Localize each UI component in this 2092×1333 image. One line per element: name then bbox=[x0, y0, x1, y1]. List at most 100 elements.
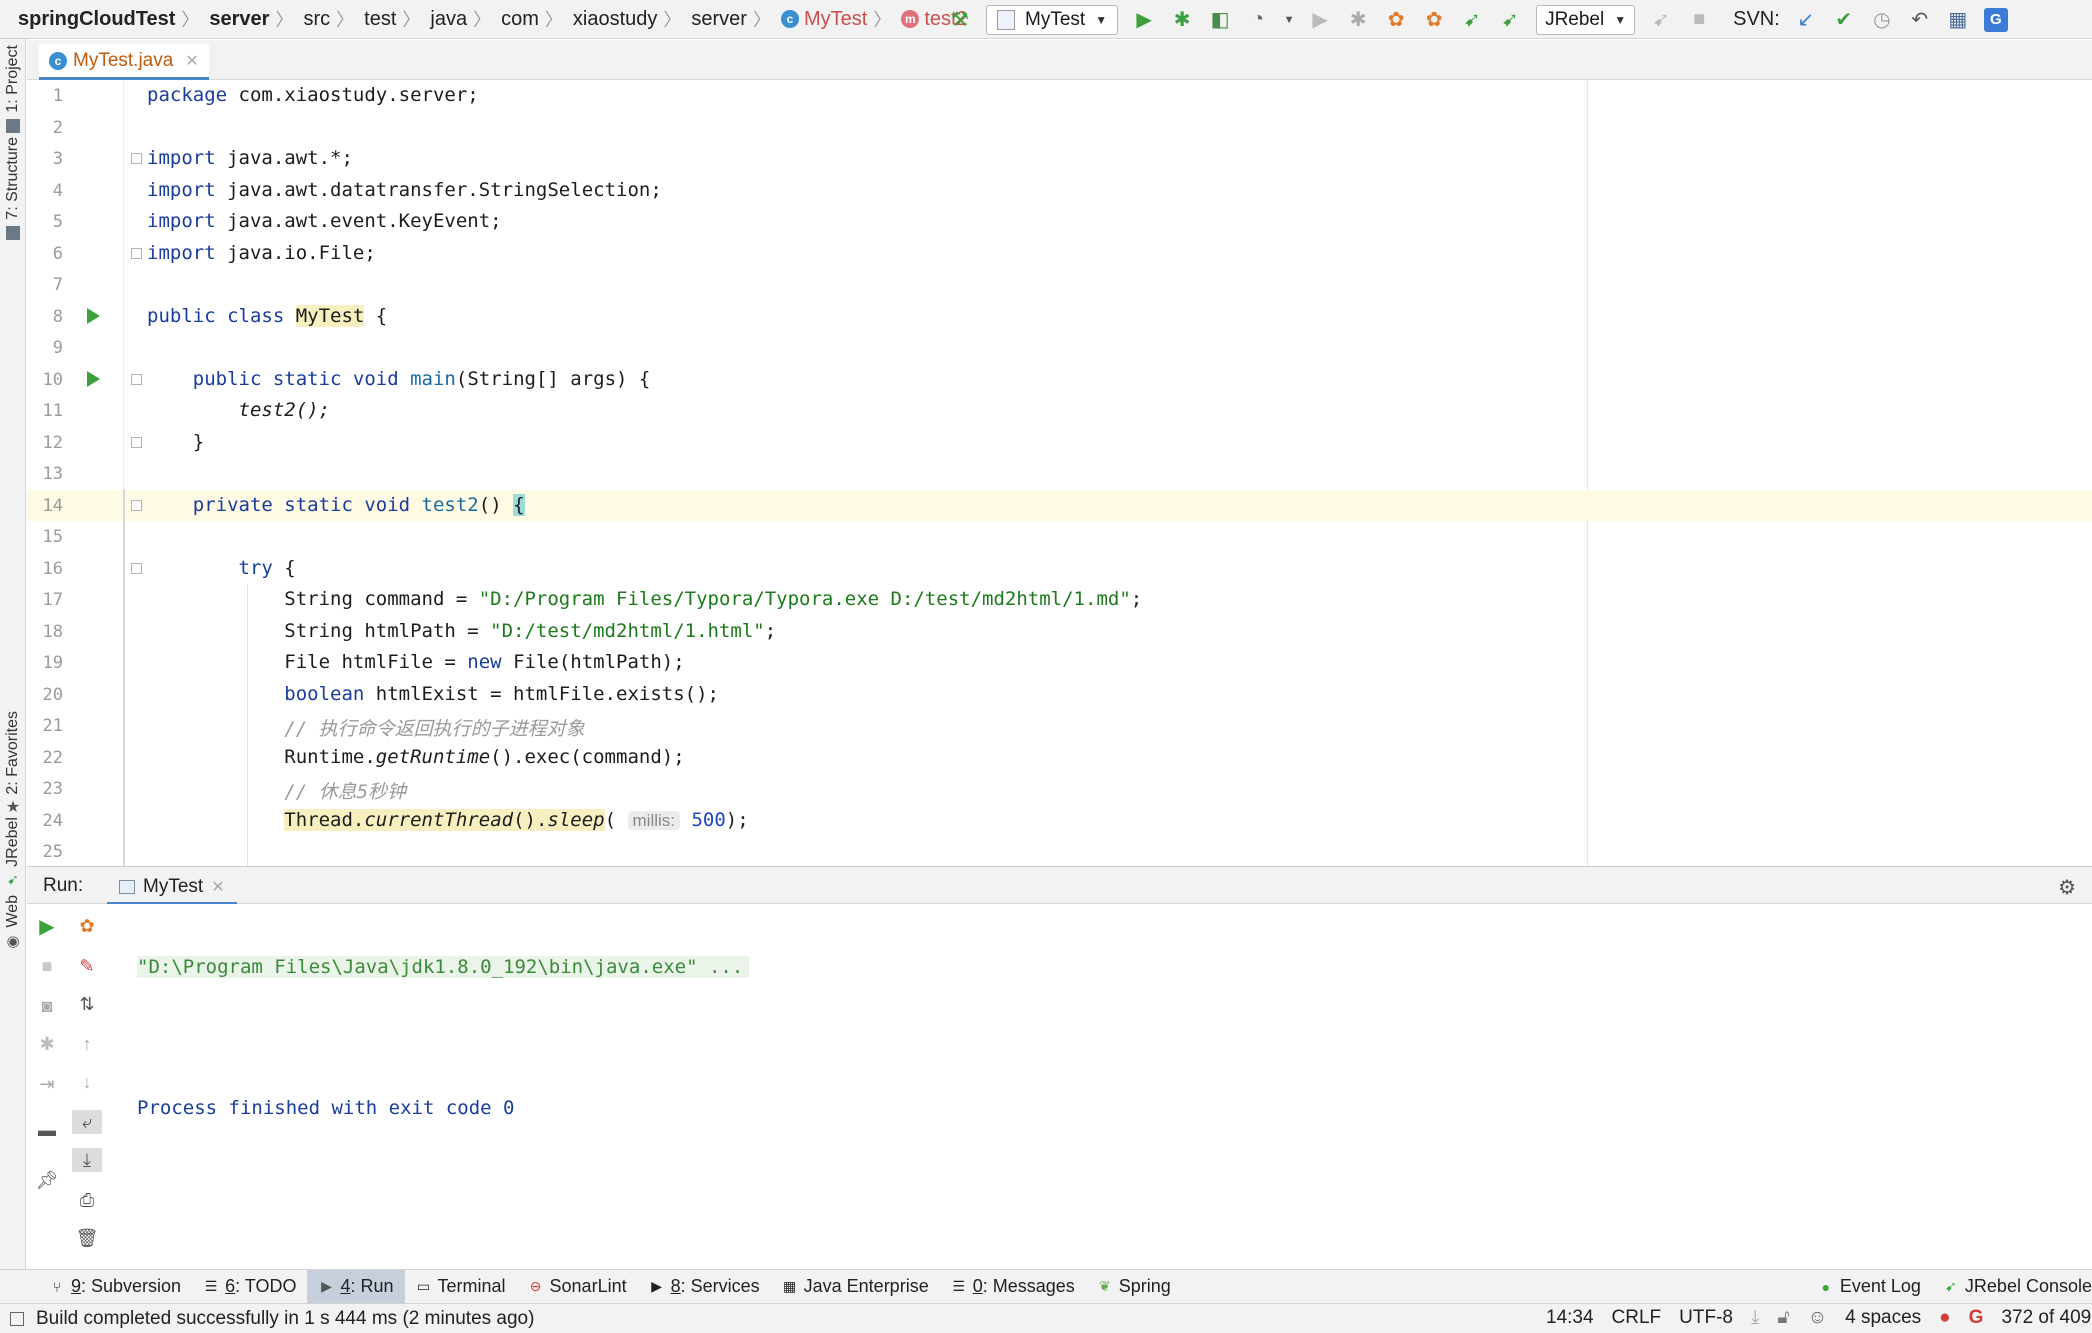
history-icon[interactable]: ◷ bbox=[1870, 8, 1894, 32]
run-tab-mytest[interactable]: MyTest ✕ bbox=[107, 871, 237, 905]
sort-icon[interactable]: ⇅ bbox=[75, 992, 99, 1016]
run-gutter-icon[interactable] bbox=[87, 307, 100, 324]
run-gutter-icon[interactable] bbox=[87, 370, 100, 387]
build-hammer-icon[interactable]: ⚒ bbox=[948, 8, 972, 32]
attach-icon[interactable]: ▶ bbox=[1308, 8, 1332, 32]
tool-window-java-enterprise[interactable]: ▦ Java Enterprise bbox=[771, 1270, 940, 1304]
project-structure-icon[interactable]: ▦ bbox=[1946, 8, 1970, 32]
error-icon[interactable]: ● bbox=[1939, 1307, 1950, 1329]
breadcrumb-src[interactable]: src 〉 bbox=[303, 6, 364, 32]
svn-update-icon[interactable]: ↙ bbox=[1794, 8, 1818, 32]
fold-marker-icon[interactable] bbox=[131, 499, 142, 511]
tool-tab-web[interactable]: Web ◉ bbox=[0, 895, 26, 950]
rerun-icon[interactable]: ▶ bbox=[35, 914, 59, 938]
revert-icon[interactable]: ↶ bbox=[1908, 8, 1932, 32]
close-icon[interactable]: ✕ bbox=[211, 877, 224, 897]
indent-setting[interactable]: 4 spaces bbox=[1845, 1307, 1921, 1329]
jrebel-toggle-icon[interactable]: ➹ bbox=[1649, 8, 1673, 32]
event-log-icon: ● bbox=[1821, 1278, 1831, 1295]
code-line: 17 String command = "D:/Program Files/Ty… bbox=[27, 584, 2092, 616]
status-right: 14:34 CRLF UTF-8 ⤓ 🔓︎ ☺ 4 spaces ● G 372… bbox=[1546, 1307, 2092, 1329]
debug-settings-icon[interactable]: ✱ bbox=[35, 1032, 59, 1056]
print-icon[interactable]: ⎙ bbox=[75, 1188, 99, 1212]
soft-wrap-icon[interactable]: ⤶ bbox=[72, 1110, 102, 1134]
lock-icon[interactable]: 🔓︎ bbox=[1777, 1307, 1789, 1329]
code-token: java.awt.datatransfer.StringSelection; bbox=[215, 178, 662, 201]
scroll-to-end-icon[interactable]: ⤓ bbox=[72, 1148, 102, 1172]
tool-window-event-log[interactable]: ● Event Log bbox=[1807, 1270, 1932, 1304]
memory-indicator[interactable]: 372 of 4096M bbox=[2001, 1307, 2092, 1329]
translate-icon[interactable]: G bbox=[1983, 7, 2008, 32]
editor-tab-mytest[interactable]: c MyTest.java ✕ bbox=[39, 44, 209, 80]
tool-tab-jrebel[interactable]: JRebel ➹ bbox=[0, 817, 26, 888]
tool-window-subversion[interactable]: ⑂ 9: Subversion bbox=[38, 1270, 192, 1304]
tool-window-run[interactable]: ▶ 4: Run bbox=[307, 1269, 405, 1304]
jrebel-run-icon[interactable]: ✿ bbox=[1384, 8, 1408, 32]
file-encoding[interactable]: UTF-8 bbox=[1679, 1307, 1733, 1329]
run-with-coverage-icon[interactable]: ◧ bbox=[1208, 8, 1232, 32]
breadcrumb-server[interactable]: server 〉 bbox=[691, 6, 781, 32]
exit-icon[interactable]: ⇥ bbox=[35, 1072, 59, 1096]
breadcrumb-java[interactable]: java 〉 bbox=[430, 6, 501, 32]
tool-window-spring[interactable]: ❦ Spring bbox=[1086, 1270, 1182, 1304]
stop-icon[interactable]: ■ bbox=[1687, 8, 1711, 32]
tool-tab-project[interactable]: 1: Project bbox=[0, 45, 26, 133]
fold-marker-icon[interactable] bbox=[131, 562, 142, 574]
jrebel-dropdown[interactable]: JRebel ▼ bbox=[1536, 4, 1636, 35]
svn-commit-icon[interactable]: ✔ bbox=[1832, 8, 1856, 32]
breadcrumb-com[interactable]: com 〉 bbox=[501, 6, 573, 32]
tool-window-sonarlint[interactable]: ⊖ SonarLint bbox=[517, 1270, 638, 1304]
breadcrumb-xiaostudy[interactable]: xiaostudy 〉 bbox=[573, 6, 692, 32]
line-separator[interactable]: CRLF bbox=[1612, 1307, 1662, 1329]
tool-tab-structure[interactable]: 7: Structure bbox=[0, 137, 26, 240]
console-output[interactable]: "D:\Program Files\Java\jdk1.8.0_192\bin\… bbox=[137, 912, 750, 1163]
class-icon: c bbox=[780, 10, 799, 28]
breadcrumb-project[interactable]: springCloudTest 〉 bbox=[18, 6, 209, 32]
tool-window-terminal[interactable]: ▭ Terminal bbox=[405, 1270, 517, 1304]
breadcrumb-module[interactable]: server 〉 bbox=[209, 6, 303, 32]
code-token: import bbox=[147, 241, 216, 264]
code-line: 20 boolean htmlExist = htmlFile.exists()… bbox=[27, 679, 2092, 711]
trash-icon[interactable]: 🗑︎ bbox=[75, 1226, 99, 1250]
camera-icon[interactable]: ◙ bbox=[35, 994, 59, 1018]
arrow-down-icon[interactable]: ↓ bbox=[75, 1070, 99, 1094]
breadcrumb-class[interactable]: c MyTest 〉 bbox=[780, 6, 901, 32]
line-number: 22 bbox=[42, 747, 63, 768]
debug-icon[interactable]: ✱ bbox=[1170, 8, 1194, 32]
google-icon[interactable]: G bbox=[1969, 1307, 1984, 1329]
gear-icon[interactable]: ⚙ bbox=[2058, 875, 2076, 900]
fold-marker-icon[interactable] bbox=[131, 373, 142, 385]
close-icon[interactable]: ✕ bbox=[185, 51, 198, 71]
fold-marker-icon[interactable] bbox=[131, 436, 142, 448]
stop-icon[interactable]: ■ bbox=[35, 954, 59, 978]
jrebel-debug-run-icon[interactable]: ✿ bbox=[1422, 8, 1446, 32]
run-icon[interactable]: ▶ bbox=[1132, 8, 1156, 32]
pin-icon[interactable]: 📌︎ bbox=[35, 1168, 59, 1192]
jrebel-debug-icon[interactable]: ✱ bbox=[1346, 8, 1370, 32]
fold-marker-icon[interactable] bbox=[131, 153, 142, 164]
jrebel-sync-icon[interactable]: ➹ bbox=[1498, 8, 1522, 32]
tool-window-todo[interactable]: ☰ 6: TODO bbox=[192, 1270, 307, 1304]
breadcrumb-test[interactable]: test 〉 bbox=[364, 6, 430, 32]
inspector-icon[interactable]: ☺ bbox=[1808, 1307, 1827, 1329]
chevron-down-icon[interactable]: ▼ bbox=[1284, 8, 1295, 32]
fold-marker-icon[interactable] bbox=[131, 247, 142, 259]
jrebel-update-icon[interactable]: ➹ bbox=[1460, 8, 1484, 32]
tool-windows-toggle-icon[interactable] bbox=[10, 1312, 24, 1326]
tool-tab-favorites[interactable]: 2: Favorites ★ bbox=[0, 711, 26, 817]
status-message[interactable]: Build completed successfully in 1 s 444 … bbox=[36, 1308, 534, 1330]
caret-position[interactable]: 14:34 bbox=[1546, 1307, 1594, 1329]
status-bar: Build completed successfully in 1 s 444 … bbox=[0, 1303, 2092, 1333]
profile-icon[interactable]: ◔ bbox=[1246, 8, 1270, 32]
git-branch-icon[interactable]: ⤓ bbox=[1751, 1307, 1759, 1329]
clear-icon[interactable]: ✎ bbox=[75, 954, 99, 978]
tool-window-services[interactable]: ▶ 8: Services bbox=[638, 1270, 771, 1304]
code-editor[interactable]: 1 package com.xiaostudy.server; 2 3 import… bbox=[27, 80, 2092, 866]
tool-window-messages[interactable]: ☰ 0: Messages bbox=[940, 1270, 1086, 1304]
layout-icon[interactable]: ▬ bbox=[35, 1118, 59, 1142]
tool-window-jrebel-console[interactable]: ➹ JRebel Console bbox=[1932, 1270, 2092, 1304]
jrebel-run-icon[interactable]: ✿ bbox=[75, 914, 99, 938]
arrow-up-icon[interactable]: ↑ bbox=[75, 1032, 99, 1056]
tool-window-label: : Subversion bbox=[81, 1276, 182, 1296]
run-configuration-dropdown[interactable]: MyTest ▼ bbox=[986, 4, 1119, 35]
